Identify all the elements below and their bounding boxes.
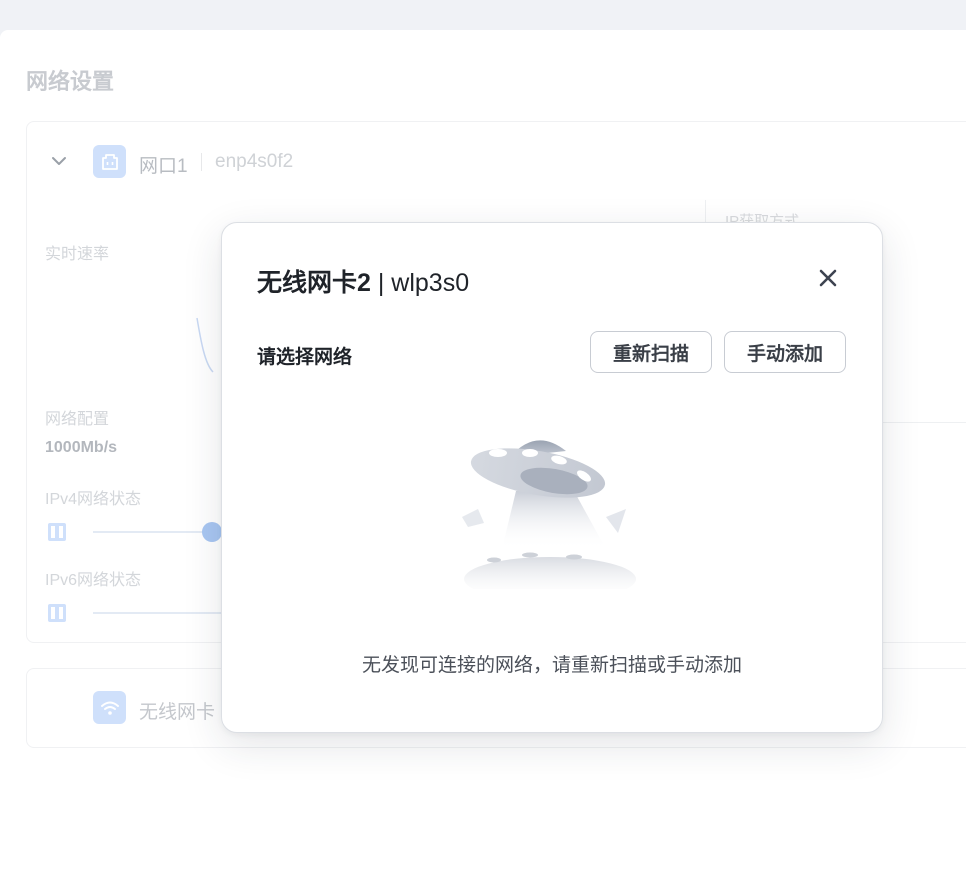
ipv6-status-track: [93, 612, 223, 614]
chevron-down-icon[interactable]: [51, 153, 67, 169]
interface-device: enp4s0f2: [215, 151, 294, 172]
divider: [201, 153, 202, 171]
page-title: 网络设置: [26, 69, 115, 94]
close-button[interactable]: [814, 264, 842, 292]
empty-state-message: 无发现可连接的网络，请重新扫描或手动添加: [361, 655, 742, 676]
select-network-label: 请选择网络: [257, 347, 353, 368]
ipv4-status-label: IPv4网络状态: [45, 491, 142, 508]
server-icon: [48, 604, 66, 622]
server-icon: [48, 523, 66, 541]
ipv4-status-check-icon: [202, 522, 222, 542]
dialog-title-device: wlp3s0: [391, 269, 470, 297]
ipv6-status-label: IPv6网络状态: [45, 572, 142, 589]
manual-add-button[interactable]: 手动添加: [724, 331, 846, 373]
close-icon: [819, 269, 837, 287]
dialog-title: 无线网卡2 | wlp3s0: [257, 263, 469, 299]
interface-name: 网口1: [139, 156, 188, 177]
network-config-label: 网络配置: [45, 411, 110, 428]
link-speed-value: 1000Mb/s: [45, 439, 118, 456]
ethernet-port-icon: [93, 145, 126, 178]
ufo-empty-icon: [462, 440, 636, 589]
wifi-select-dialog: 无线网卡2 | wlp3s0 请选择网络 重新扫描 手动添加 无发现可连接的网络…: [221, 222, 883, 733]
wifi-icon: [93, 691, 126, 724]
dialog-title-name: 无线网卡2: [257, 269, 371, 297]
interface-name: 无线网卡: [139, 702, 216, 723]
dialog-title-separator: |: [370, 269, 392, 297]
interface-card-header[interactable]: 网口1 enp4s0f2: [27, 122, 966, 202]
rescan-button[interactable]: 重新扫描: [590, 331, 712, 373]
realtime-rate-label: 实时速率: [45, 246, 110, 263]
